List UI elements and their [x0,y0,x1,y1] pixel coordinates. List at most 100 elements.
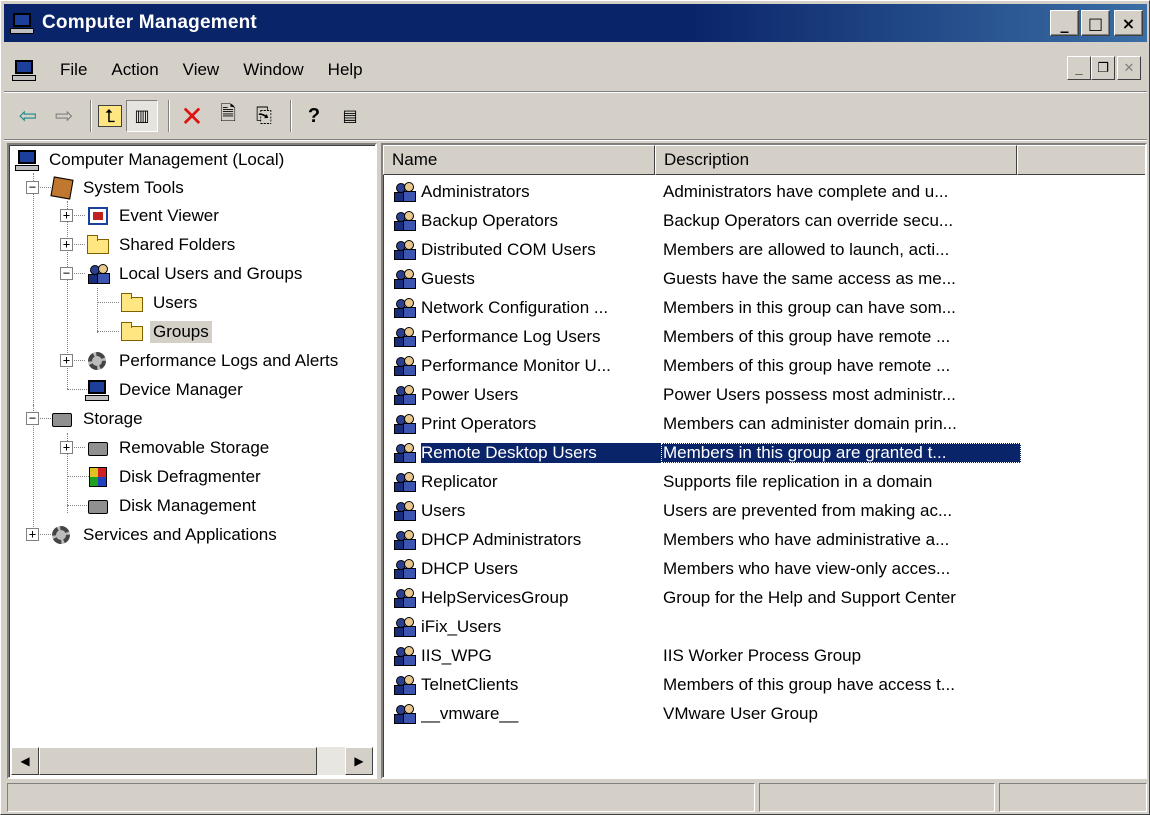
group-icon [391,238,419,262]
group-description: Members of this group have remote ... [663,326,951,346]
menu-action[interactable]: Action [99,60,170,80]
group-icon [391,528,419,552]
group-description: Group for the Help and Support Center [663,587,956,607]
computer-management-icon [10,11,36,35]
tree-node-services-and-applications[interactable]: Services and Applications [49,520,280,549]
expand-event-viewer[interactable]: + [60,209,73,222]
group-row[interactable]: IIS_WPG IIS Worker Process Group [383,641,1021,670]
maximize-button[interactable]: □ [1081,10,1110,36]
collapse-local-users-and-groups[interactable]: − [60,267,73,280]
toolbar-separator-line [4,139,1147,141]
column-header-description[interactable]: Description [655,145,1017,175]
group-row[interactable]: Network Configuration ... Members in this… [383,293,1021,322]
tree-node-users[interactable]: Users [119,288,200,317]
console-tree[interactable]: Computer Management (Local) − System Too… [7,143,377,779]
menu-help[interactable]: Help [316,60,375,80]
properties-icon[interactable]: 🗎 [212,100,244,132]
action-pane-icon[interactable]: ▤ [334,100,366,132]
group-row[interactable]: Performance Monitor U... Members of this … [383,351,1021,380]
group-icon [391,209,419,233]
tree-node-event-viewer[interactable]: Event Viewer [85,201,222,230]
delete-icon[interactable]: ✕ [176,100,208,132]
group-row[interactable]: Remote Desktop Users Members in this grou… [383,438,1021,467]
group-name: Guests [421,268,475,288]
group-row[interactable]: Power Users Power Users possess most admi… [383,380,1021,409]
open-folder-icon [119,320,145,344]
forward-arrow-icon[interactable]: ⇨ [48,100,80,132]
mdi-minimize-button[interactable]: _ [1067,56,1091,80]
group-icon [391,702,419,726]
collapse-storage[interactable]: − [26,412,39,425]
group-row[interactable]: Distributed COM Users Members are allowed… [383,235,1021,264]
tree-node-removable-storage[interactable]: Removable Storage [85,433,272,462]
group-row[interactable]: Backup Operators Backup Operators can ove… [383,206,1021,235]
group-row[interactable]: Users Users are prevented from making ac.… [383,496,1021,525]
group-description: Members of this group have remote ... [663,355,951,375]
tree-node-disk-management[interactable]: Disk Management [85,491,259,520]
group-name: Network Configuration ... [421,297,609,317]
scroll-left-button[interactable]: ◀ [11,747,39,775]
column-header-name[interactable]: Name [383,145,655,175]
group-description: Members in this group are granted t... [661,442,1021,463]
show-hide-tree-icon[interactable]: ▥ [126,100,158,132]
close-button[interactable]: × [1114,10,1143,36]
tree-node-storage[interactable]: Storage [49,404,146,433]
title-bar[interactable]: Computer Management _ □ × [4,4,1147,42]
group-name: TelnetClients [421,674,519,694]
group-icon [391,615,419,639]
export-list-icon[interactable]: ⎘ [248,100,280,132]
disk-management-icon [85,494,111,518]
system-tools-icon [49,175,75,200]
mdi-restore-button[interactable]: ❐ [1091,56,1115,80]
group-row[interactable]: Performance Log Users Members of this gro… [383,322,1021,351]
tree-horizontal-scrollbar[interactable]: ◀ ▶ [11,747,373,775]
menu-window[interactable]: Window [231,60,315,80]
tree-node-system-tools[interactable]: System Tools [49,173,187,202]
expand-removable-storage[interactable]: + [60,441,73,454]
toolbar: ⇦ ⇨ ⮤ ▥ ✕ 🗎 ⎘ ? ▤ [4,95,1147,137]
list-header: Name Description [383,145,1145,175]
group-row[interactable]: DHCP Administrators Members who have admi… [383,525,1021,554]
menu-file[interactable]: File [48,60,99,80]
tree-node-local-users-and-groups[interactable]: Local Users and Groups [85,259,305,288]
collapse-system-tools[interactable]: − [26,181,39,194]
tree-node-disk-defragmenter[interactable]: Disk Defragmenter [85,462,264,491]
group-icon [391,673,419,697]
group-icon [391,470,419,494]
group-icon [391,383,419,407]
group-row[interactable]: Guests Guests have the same access as me.… [383,264,1021,293]
menu-view[interactable]: View [171,60,232,80]
minimize-button[interactable]: _ [1050,10,1079,36]
group-row[interactable]: TelnetClients Members of this group have … [383,670,1021,699]
tree-node-performance-logs-and-alerts[interactable]: Performance Logs and Alerts [85,346,341,375]
group-description: IIS Worker Process Group [663,645,862,665]
group-name: Remote Desktop Users [421,442,661,463]
tree-node-device-manager[interactable]: Device Manager [85,375,246,404]
local-users-groups-icon [85,262,111,286]
group-row[interactable]: DHCP Users Members who have view-only acc… [383,554,1021,583]
groups-list[interactable]: Name Description Administrators Administr… [381,143,1147,779]
group-row[interactable]: Replicator Supports file replication in a… [383,467,1021,496]
expand-shared-folders[interactable]: + [60,238,73,251]
group-row[interactable]: Administrators Administrators have comple… [383,177,1021,206]
tree-node-computer-management[interactable]: Computer Management (Local) [15,145,287,174]
device-manager-icon [85,378,111,402]
expand-services-and-applications[interactable]: + [26,528,39,541]
group-name: Performance Monitor U... [421,355,611,375]
group-row[interactable]: __vmware__ VMware User Group [383,699,1021,728]
scrollbar-thumb[interactable] [39,747,317,775]
group-name: IIS_WPG [421,645,492,665]
tree-node-groups[interactable]: Groups [119,317,212,346]
up-level-icon[interactable]: ⮤ [98,105,122,127]
group-row[interactable]: iFix_Users [383,612,1021,641]
group-description: Supports file replication in a domain [663,471,933,491]
mdi-close-button: ✕ [1117,56,1141,80]
back-arrow-icon[interactable]: ⇦ [12,100,44,132]
tree-node-shared-folders[interactable]: Shared Folders [85,230,238,259]
scroll-right-button[interactable]: ▶ [345,747,373,775]
system-menu-icon[interactable] [12,58,38,82]
group-row[interactable]: Print Operators Members can administer do… [383,409,1021,438]
group-row[interactable]: HelpServicesGroup Group for the Help and … [383,583,1021,612]
expand-performance-logs[interactable]: + [60,354,73,367]
help-icon[interactable]: ? [298,100,330,132]
